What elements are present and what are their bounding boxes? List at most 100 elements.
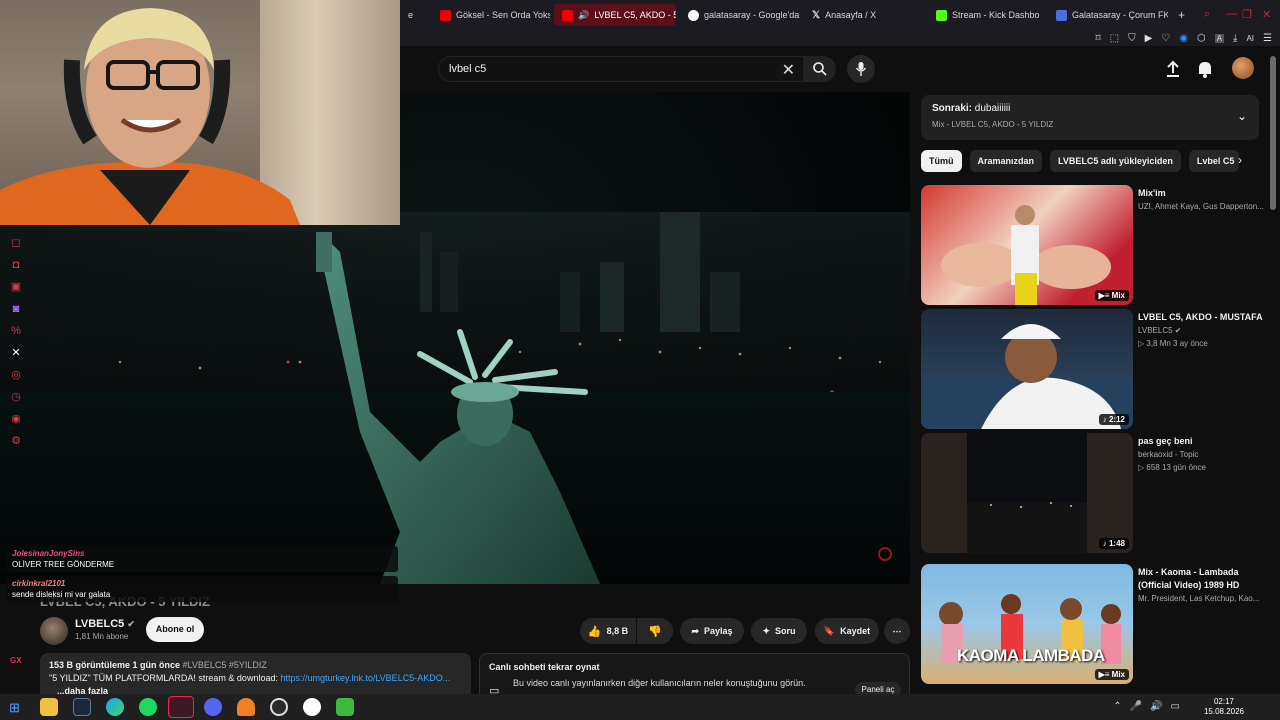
up-next-subtitle: Mix - LVBEL C5, AKDO - 5 YILDIZ [932,120,1054,129]
heart-icon[interactable]: ♡ [1161,33,1170,44]
channel-avatar[interactable] [40,617,68,645]
close-icon[interactable]: ✕ [1262,8,1271,21]
browser-tab[interactable]: 𝕏 Anasayfa / X [804,4,924,26]
volume-icon[interactable]: 🔊 [1150,701,1162,712]
notifications-bell-icon[interactable] [1194,58,1216,80]
youtube-icon [440,9,451,21]
tab-label: galatasaray - Google'da [704,10,800,20]
save-button[interactable]: 🔖 Kaydet [815,618,879,644]
chat-username: JolesinanJonySins [12,549,85,558]
bookmark-icon[interactable]: ⌑ [1095,33,1100,44]
like-button[interactable]: 👍 8,8 B [580,618,636,644]
chip-lvbel-c5[interactable]: Lvbel C5 [1188,150,1239,172]
instagram-icon: ◻ [11,237,21,249]
download-icon[interactable]: ⤓ [1233,33,1237,44]
extension-icon[interactable]: ⬡ [1197,33,1206,44]
profile-icon[interactable]: A [1214,33,1225,43]
windows-start-icon[interactable]: ⊞ [9,700,20,716]
recommendation-title: LVBEL C5, AKDO - MUSTAFA [1138,312,1263,322]
cloud-app-icon[interactable] [237,698,255,716]
clear-search-icon[interactable]: ✕ [782,60,795,80]
vpn-icon[interactable]: ◉ [1179,33,1188,44]
file-explorer-icon[interactable] [40,698,58,716]
new-tab-button[interactable]: + [1172,4,1191,26]
minimize-icon[interactable]: — [1226,8,1237,20]
spotify-icon[interactable] [139,698,157,716]
recommendation-title: Mix - Kaoma - Lambada (Official Video) 1… [1138,567,1240,590]
more-actions-button[interactable]: ⋯ [884,618,910,644]
browser-tab[interactable]: Stream - Kick Dashbo [928,4,1044,26]
minecraft-icon[interactable] [336,698,354,716]
recommendation-item[interactable]: ♪ 2:12 LVBEL C5, AKDO - MUSTAFA LVBELC5 … [921,309,1266,429]
hashtags[interactable]: #LVBELC5 #5YILDIZ [183,660,267,670]
clock-icon: ◷ [11,391,21,403]
system-clock[interactable]: 02:17 15.08.2026 [1204,697,1244,717]
app-icon[interactable] [303,698,321,716]
menu-icon[interactable]: ☰ [1263,33,1272,44]
shield-icon[interactable]: ⛉ [1128,33,1136,44]
search-button[interactable] [804,56,836,82]
description-link[interactable]: https://umgturkey.lnk.to/LVBELC5-AKDO... [280,673,450,683]
system-tray: ⌃ 🎤 🔊 ▭ [1113,701,1180,712]
verified-icon: ✔ [127,619,135,629]
description-meta: 153 B görüntüleme 1 gün önce #LVBELC5 #5… [49,660,462,670]
page-icon [1056,9,1067,21]
play-icon[interactable]: ▶ [1145,33,1153,44]
windows-taskbar: ⊞ ⌃ 🎤 🔊 ▭ 02:17 15.08.2026 [0,694,1280,720]
browser-tab[interactable]: galatasaray - Google'da [680,4,800,26]
channel-name[interactable]: LVBELC5 ✔ [75,618,135,630]
verified-icon: ✔ [1174,326,1182,335]
dislike-button[interactable]: 👎 [637,618,673,644]
ask-button[interactable]: ✦ Soru [751,618,807,644]
search-input[interactable]: lvbel c5 ✕ [438,56,804,82]
browser-tab[interactable]: Galatasaray - Çorum FK [1048,4,1168,26]
mix-badge: ▶≡ Mix [1094,290,1129,301]
recommendation-item[interactable]: KAOMA LAMBADA ▶≡ Mix Mix - Kaoma - Lamba… [921,564,1266,684]
steam-icon[interactable] [73,698,91,716]
thumbs-down-icon: 👎 [648,625,662,638]
scrollbar[interactable] [1270,56,1276,210]
edge-icon[interactable] [106,698,124,716]
browser-tab-active[interactable]: 🔊 LVBEL C5, AKDO - 5 YI [554,4,676,26]
microphone-icon [855,62,867,76]
mix-badge: ▶≡ Mix [1094,669,1129,680]
subscribe-button[interactable]: Abone ol [146,617,204,642]
upload-icon[interactable] [1162,58,1184,80]
microphone-icon[interactable]: 🎤 [1130,701,1142,712]
share-button[interactable]: ➦ Paylaş [680,618,744,644]
share-label: Paylaş [704,626,733,636]
account-avatar[interactable] [1232,57,1254,79]
browser-tab[interactable]: e [404,4,428,26]
chip-from-uploader[interactable]: LVBELC5 adlı yükleyiciden [1050,150,1181,172]
description-text: "5 YILDIZ" TÜM PLATFORMLARDA! stream & d… [49,673,462,683]
x-icon: ✕ [11,347,21,359]
instagram-icon: ◘ [12,259,20,271]
tab-label: e [408,10,414,20]
chevron-right-icon[interactable]: › [1238,153,1242,167]
obs-icon[interactable] [270,698,288,716]
plus-icon: + [1178,8,1186,22]
chip-all[interactable]: Tümü [921,150,962,172]
up-next-panel[interactable]: Sonraki: dubaiiiiii Mix - LVBEL C5, AKDO… [921,95,1259,140]
browser-tab[interactable]: Göksel - Sen Orda Yoksun [432,4,550,26]
thumbs-up-icon: 👍 [587,625,602,638]
chevron-down-icon[interactable]: ⌄ [1237,109,1247,123]
chat-message: cirkinkral2101 sende disleksi mi var gal… [6,576,398,602]
recommendation-item[interactable]: ▶≡ Mix Mix'im UZI, Ahmet Kaya, Gus Dappe… [921,185,1266,305]
search-tabs-icon[interactable]: ⌕ [1204,8,1210,21]
chip-from-search[interactable]: Aramanızdan [969,150,1043,172]
discord-icon[interactable] [204,698,222,716]
screenshot-icon[interactable]: ⬚ [1110,33,1119,44]
video-thumbnail: ♪ 1:48 [921,433,1133,553]
ai-icon[interactable]: AI [1246,34,1254,43]
voice-search-button[interactable] [847,55,875,83]
chevron-up-icon[interactable]: ⌃ [1113,701,1121,712]
restore-icon[interactable]: ❐ [1242,8,1252,21]
gear-icon: ⚙ [11,435,21,447]
ask-label: Soru [775,626,796,636]
recommendation-item[interactable]: ♪ 1:48 pas geç beni berkaoxid - Topic ▷ … [921,433,1266,553]
percent-icon: % [11,325,21,337]
overlay-logo-icon: GX [10,656,22,665]
opera-gx-icon[interactable] [168,696,194,718]
network-icon[interactable]: ▭ [1171,701,1180,712]
